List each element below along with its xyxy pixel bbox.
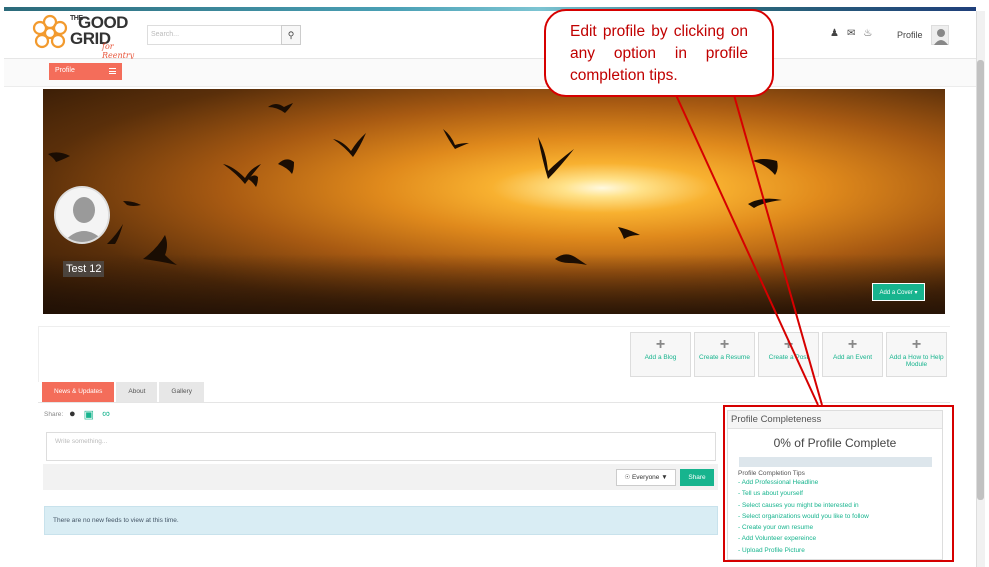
profile-tabs: News & Updates About Gallery xyxy=(42,382,206,402)
add-blog-button[interactable]: + Add a Blog xyxy=(630,332,691,377)
profile-user-name: Test 12 xyxy=(63,261,105,277)
action-label: Add a How to Help Module xyxy=(889,354,944,368)
profile-menu-label: Profile xyxy=(55,67,75,74)
notifications-bell-icon[interactable]: ♨ xyxy=(863,28,872,42)
tab-news-updates[interactable]: News & Updates xyxy=(42,382,115,402)
logo-subtitle: for Reentry xyxy=(102,42,135,60)
status-comment-icon[interactable]: ● xyxy=(69,408,76,421)
logo-flower-icon xyxy=(32,14,68,49)
tab-divider xyxy=(38,402,950,403)
profile-avatar[interactable] xyxy=(54,186,110,244)
sub-navigation-bar xyxy=(4,59,976,87)
search-icon: ⚲ xyxy=(287,30,295,40)
plus-icon: + xyxy=(847,336,858,353)
photo-icon[interactable]: ▣ xyxy=(84,408,94,421)
plus-icon: + xyxy=(911,336,922,353)
nav-icons: ♟ ✉ ♨ xyxy=(830,28,872,42)
top-header: THEGOOD GRID for Reentry Search... ⚲ ♟ ✉… xyxy=(4,11,976,60)
messages-icon[interactable]: ✉ xyxy=(847,28,855,42)
annotation-highlight-box xyxy=(723,405,954,562)
share-label: Share: xyxy=(44,411,64,418)
globe-icon: ☉ xyxy=(624,474,631,481)
create-resume-button[interactable]: + Create a Resume xyxy=(694,332,755,377)
action-label: Create a Post xyxy=(768,354,809,361)
empty-feed-notice: There are no new feeds to view at this t… xyxy=(44,506,718,535)
nav-profile-link[interactable]: Profile xyxy=(897,30,923,40)
add-event-button[interactable]: + Add an Event xyxy=(822,332,883,377)
nav-avatar[interactable] xyxy=(931,25,949,45)
add-how-to-help-button[interactable]: + Add a How to Help Module xyxy=(886,332,947,377)
share-type-icons: ● ▣ ∞ xyxy=(69,408,110,421)
link-icon[interactable]: ∞ xyxy=(102,408,110,421)
chevron-down-icon: ▼ xyxy=(661,474,668,481)
create-post-button[interactable]: + Create a Post xyxy=(758,332,819,377)
tab-gallery[interactable]: Gallery xyxy=(159,382,205,402)
logo-the: THE xyxy=(70,15,83,22)
search-button[interactable]: ⚲ xyxy=(281,25,301,45)
annotation-callout: Edit profile by clicking on any option i… xyxy=(544,9,774,97)
share-button[interactable]: Share xyxy=(680,469,714,486)
friends-icon[interactable]: ♟ xyxy=(830,28,839,42)
plus-icon: + xyxy=(719,336,730,353)
action-label: Add an Event xyxy=(832,354,873,361)
birds-silhouette-icon xyxy=(48,103,782,265)
plus-icon: + xyxy=(783,336,794,353)
action-label: Create a Resume xyxy=(699,354,750,361)
profile-menu-button[interactable]: Profile xyxy=(49,63,122,80)
search-input[interactable]: Search... xyxy=(147,25,282,45)
cover-photo: Test 12 Add a Cover ▾ xyxy=(43,89,945,314)
audience-select[interactable]: ☉ Everyone ▼ xyxy=(616,469,676,486)
hamburger-menu-icon xyxy=(109,68,116,74)
post-composer-input[interactable]: Write something... xyxy=(46,432,716,461)
tab-about[interactable]: About xyxy=(116,382,158,402)
plus-icon: + xyxy=(655,336,666,353)
user-silhouette-icon xyxy=(934,29,948,45)
action-label: Add a Blog xyxy=(644,354,677,361)
scrollbar-thumb[interactable] xyxy=(977,60,984,500)
add-cover-button[interactable]: Add a Cover ▾ xyxy=(872,283,925,301)
logo[interactable]: THEGOOD GRID for Reentry xyxy=(30,13,145,60)
audience-value: Everyone xyxy=(631,474,660,481)
